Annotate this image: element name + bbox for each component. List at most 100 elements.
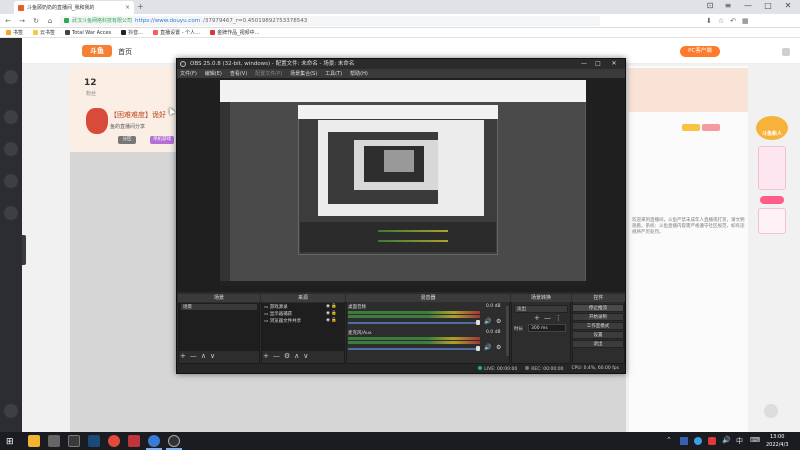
keyboard-icon[interactable]: ⌨ xyxy=(750,436,760,444)
add-source-button[interactable]: + xyxy=(263,352,269,360)
scene-down-button[interactable]: ∨ xyxy=(210,352,215,360)
obs-menu-file[interactable]: 文件(F) xyxy=(180,70,197,77)
sidebar-more-icon[interactable] xyxy=(4,404,18,418)
streamer-avatar[interactable] xyxy=(86,108,108,134)
sidebar-video-icon[interactable] xyxy=(4,206,18,220)
source-settings-icon[interactable]: ⚙ xyxy=(284,352,290,360)
mixer-scrollbar[interactable] xyxy=(506,306,509,356)
float-button[interactable] xyxy=(764,404,778,418)
tray-expand-icon[interactable]: ⌃ xyxy=(666,436,672,444)
app-icon[interactable] xyxy=(68,435,80,447)
minimize-button[interactable]: — xyxy=(740,1,756,10)
home-icon[interactable]: ⌂ xyxy=(46,17,54,25)
browser-menu-button[interactable]: ≡ xyxy=(720,1,736,10)
clock-date[interactable]: 2022/4/3 xyxy=(766,442,788,448)
forward-icon[interactable]: → xyxy=(18,17,26,25)
close-tab-icon[interactable]: × xyxy=(125,4,130,11)
duration-input[interactable]: 300 ms xyxy=(528,324,566,332)
source-item[interactable]: ▭ 浏览器文件共享 xyxy=(264,318,301,324)
obs-close-button[interactable]: ✕ xyxy=(608,59,620,69)
bookmark-item[interactable]: Total War Acces xyxy=(65,30,111,36)
obs-menu-help[interactable]: 帮助(H) xyxy=(350,70,368,77)
promo-gift-card[interactable] xyxy=(758,146,786,190)
pc-client-button[interactable]: PC客户端 xyxy=(680,46,720,57)
add-scene-button[interactable]: + xyxy=(180,352,186,360)
source-item[interactable]: ▭ 游戏源录 xyxy=(264,304,288,310)
source-item[interactable]: ▭ 显示器捕获 xyxy=(264,311,292,317)
gear-icon[interactable]: ⚙ xyxy=(496,344,501,351)
remove-transition-button[interactable]: — xyxy=(544,314,551,322)
promo-gift-card-2[interactable] xyxy=(758,208,786,234)
tray-shield-icon[interactable] xyxy=(680,437,688,445)
bookmark-item[interactable]: 金牌作品_视频中… xyxy=(210,29,260,36)
ime-icon[interactable]: 中 xyxy=(736,436,743,446)
sidebar-category-icon[interactable] xyxy=(4,142,18,156)
bookmark-item[interactable]: 直播设置 - 个人… xyxy=(153,29,200,36)
eye-icon[interactable]: ◉ 🔒 xyxy=(326,318,337,323)
eye-icon[interactable]: ◉ 🔒 xyxy=(326,311,337,316)
header-user-icon[interactable] xyxy=(782,48,790,56)
volume-slider-handle[interactable] xyxy=(476,346,480,351)
reload-icon[interactable]: ↻ xyxy=(32,17,40,25)
maximize-button[interactable]: □ xyxy=(760,1,776,10)
scene-up-button[interactable]: ∧ xyxy=(201,352,206,360)
remove-source-button[interactable]: — xyxy=(273,352,280,360)
sidebar-follow-icon[interactable] xyxy=(4,110,18,124)
undo-icon[interactable]: ↶ xyxy=(730,17,736,25)
douyu-logo[interactable]: 斗鱼 xyxy=(82,45,112,57)
bookmark-item[interactable]: 书签 xyxy=(6,29,23,36)
nav-home[interactable]: 首页 xyxy=(118,47,132,57)
app-icon[interactable] xyxy=(108,435,120,447)
room-tag[interactable]: 单机游戏 xyxy=(150,136,174,144)
app-icon[interactable] xyxy=(128,435,140,447)
speaker-icon[interactable]: 🔊 xyxy=(484,318,491,325)
source-up-button[interactable]: ∧ xyxy=(294,352,299,360)
file-explorer-icon[interactable] xyxy=(28,435,40,447)
download-icon[interactable]: ⬇ xyxy=(706,17,712,25)
sidebar-home-icon[interactable] xyxy=(4,70,18,84)
obs-icon[interactable] xyxy=(168,435,180,447)
transition-menu-button[interactable]: ⋮ xyxy=(555,314,562,322)
bookmark-item[interactable]: 云书签 xyxy=(33,29,55,36)
start-button[interactable]: ⊞ xyxy=(6,437,14,447)
studio-mode-button[interactable]: 工作室模式 xyxy=(572,322,624,330)
obs-menu-scene-collection[interactable]: 场景集合(S) xyxy=(290,70,317,77)
obs-minimize-button[interactable]: — xyxy=(578,59,590,69)
url-field[interactable]: 武汉斗鱼网络科技有限公司 https://www.douyu.com /3797… xyxy=(60,15,600,26)
sidebar-live-icon[interactable] xyxy=(4,174,18,188)
obs-menu-view[interactable]: 查看(V) xyxy=(230,70,247,77)
remove-scene-button[interactable]: — xyxy=(190,352,197,360)
speaker-icon[interactable]: 🔊 xyxy=(484,344,491,351)
tray-app-icon[interactable] xyxy=(694,437,702,445)
browser-icon[interactable] xyxy=(148,435,160,447)
close-window-button[interactable]: ✕ xyxy=(780,1,796,10)
gear-icon[interactable]: ⚙ xyxy=(496,318,501,325)
scene-item[interactable]: 场景 xyxy=(181,304,257,310)
sidebar-collapse-handle[interactable] xyxy=(22,235,26,265)
volume-slider[interactable] xyxy=(348,348,480,350)
bookmark-item[interactable]: 抖音… xyxy=(121,29,143,36)
transition-select[interactable]: 淡出 xyxy=(514,305,568,313)
obs-menu-tools[interactable]: 工具(T) xyxy=(325,70,342,77)
browser-tab[interactable]: 斗鱼顾奶奶的直播间_我和我的 × xyxy=(14,1,134,14)
scenes-list[interactable] xyxy=(179,303,259,351)
new-tab-button[interactable]: + xyxy=(137,2,144,11)
promo-button[interactable] xyxy=(760,196,784,204)
grid-icon[interactable]: ▦ xyxy=(742,17,749,25)
start-recording-button[interactable]: 开始录制 xyxy=(572,313,624,321)
stop-streaming-button[interactable]: 停止推流 xyxy=(572,304,624,312)
window-tile-button[interactable]: ⊡ xyxy=(702,1,718,10)
volume-slider-handle[interactable] xyxy=(476,320,480,325)
back-icon[interactable]: ← xyxy=(4,17,12,25)
exit-button[interactable]: 退出 xyxy=(572,340,624,348)
source-down-button[interactable]: ∨ xyxy=(303,352,308,360)
obs-menu-edit[interactable]: 编辑(E) xyxy=(205,70,222,77)
room-tag[interactable]: 分区 xyxy=(118,136,136,144)
steam-icon[interactable] xyxy=(88,435,100,447)
volume-icon[interactable]: 🔊 xyxy=(722,436,731,444)
volume-slider[interactable] xyxy=(348,322,480,324)
clock-time[interactable]: 13:00 xyxy=(770,434,784,440)
tray-app-icon[interactable] xyxy=(708,437,716,445)
add-transition-button[interactable]: + xyxy=(534,314,540,322)
eye-icon[interactable]: ◉ 🔒 xyxy=(326,304,337,309)
